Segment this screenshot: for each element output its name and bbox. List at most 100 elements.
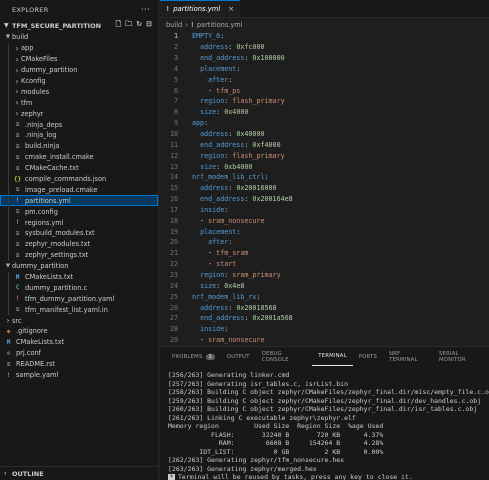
indent-guide bbox=[8, 206, 9, 218]
code-line: 12 region: flash_primary bbox=[160, 150, 489, 161]
explorer-title: EXPLORER bbox=[12, 5, 49, 14]
folder-item[interactable]: ▼ build bbox=[0, 32, 158, 43]
file-item[interactable]: ! regions.yml bbox=[0, 217, 158, 229]
tab-ports[interactable]: PORTS bbox=[353, 347, 383, 366]
folder-item[interactable]: › Kconfig bbox=[0, 75, 158, 87]
tab-problems[interactable]: PROBLEMS 1 bbox=[166, 347, 221, 366]
file-lines-icon: ≡ bbox=[15, 240, 20, 248]
file-item[interactable]: ≡ image_preload.cmake bbox=[0, 184, 158, 196]
file-item[interactable]: ≡ CMakeCache.txt bbox=[0, 162, 158, 174]
line-text: after: bbox=[208, 75, 233, 84]
folder-item[interactable]: › zephyr bbox=[0, 108, 158, 120]
file-item[interactable]: ≡ sysbuild_modules.txt bbox=[0, 228, 158, 239]
file-item[interactable]: ! tfm_dummy_partition.yaml bbox=[0, 293, 158, 305]
line-text: inside: bbox=[200, 205, 229, 214]
folder-item[interactable]: › dummy_partition bbox=[0, 64, 158, 76]
terminal-line: [262/263] Generating zephyr/tfm_nonsecur… bbox=[168, 456, 345, 464]
tree-item-label: CMakeCache.txt bbox=[25, 164, 79, 173]
close-icon[interactable]: × bbox=[228, 5, 234, 13]
indent-guide bbox=[8, 293, 9, 305]
tree-item-label: CMakeFiles bbox=[21, 55, 58, 64]
file-item[interactable]: Cdummy_partition.c bbox=[0, 282, 158, 294]
terminal-output[interactable]: [256/263] Generating linker.cmd [257/263]… bbox=[160, 366, 489, 480]
json-file-icon: {} bbox=[13, 175, 22, 183]
breadcrumb-file[interactable]: partitions.yml bbox=[197, 21, 243, 29]
chevron-right-icon: › bbox=[15, 87, 19, 97]
chevron-right-icon: › bbox=[15, 76, 19, 86]
file-item[interactable]: ≡ zephyr_modules.txt bbox=[0, 238, 158, 250]
workspace-section[interactable]: ▼ TFM_SECURE_PARTITION 🗋 🗀 ↻ ⊟ bbox=[0, 19, 158, 32]
file-item[interactable]: {} compile_commands.json bbox=[0, 173, 158, 185]
file-item[interactable]: ≡ zephyr_settings.txt bbox=[0, 249, 158, 261]
file-item[interactable]: ≡ README.rst bbox=[0, 359, 158, 370]
tree-item-label: modules bbox=[21, 87, 50, 96]
terminal-line: FLASH: 32240 B 720 KB 4.37% bbox=[168, 430, 384, 439]
tree-item-label: dummy_partition bbox=[12, 262, 69, 271]
line-text: region: flash_primary bbox=[200, 151, 285, 160]
code-line: 29 - sram_nonsecure bbox=[160, 335, 489, 346]
line-number: 12 bbox=[169, 151, 178, 160]
explorer-header: EXPLORER ⋯ bbox=[0, 0, 158, 19]
line-number: 11 bbox=[169, 140, 178, 149]
tab-terminal[interactable]: TERMINAL bbox=[312, 347, 353, 366]
code-line: 16 end_address: 0x200164e8 bbox=[160, 194, 489, 205]
file-item[interactable]: ≡ .ninja_deps bbox=[0, 119, 158, 131]
file-lines-icon: ≡ bbox=[15, 153, 20, 161]
folder-item[interactable]: › modules bbox=[0, 86, 158, 98]
line-text: address: 0x20016000 bbox=[200, 184, 277, 193]
tab-debug-console[interactable]: DEBUG CONSOLE bbox=[256, 347, 313, 366]
file-item[interactable]: ≡ .ninja_log bbox=[0, 130, 158, 141]
folder-item[interactable]: › src bbox=[0, 315, 158, 326]
folder-item[interactable]: ▼ dummy_partition bbox=[0, 261, 158, 272]
breadcrumb: build › ! partitions.yml bbox=[160, 18, 489, 31]
indent-guide bbox=[8, 228, 9, 239]
code-line: 20 after: bbox=[160, 237, 489, 248]
code-line: 25 nrf_modem_lib_rx: bbox=[160, 291, 489, 302]
file-item[interactable]: ◆ .gitignore bbox=[0, 326, 158, 337]
tab-serial-monitor[interactable]: SERIAL MONITOR bbox=[433, 347, 489, 366]
file-item[interactable]: ≡ tfm_manifest_list.yaml.in bbox=[0, 304, 158, 316]
new-folder-icon[interactable]: 🗀 bbox=[125, 20, 132, 31]
more-actions-icon[interactable]: ⋯ bbox=[141, 5, 150, 15]
panel-tab-label: PROBLEMS bbox=[172, 353, 203, 360]
chevron-down-icon: ▼ bbox=[5, 263, 11, 270]
indent-guide bbox=[8, 217, 9, 229]
code-line: 26 address: 0x20018568 bbox=[160, 302, 489, 313]
folder-item[interactable]: › tfm bbox=[0, 97, 158, 109]
code-line: 6 - tfm_ps bbox=[160, 85, 489, 96]
file-item[interactable]: M CMakeLists.txt bbox=[0, 337, 158, 348]
line-number: 21 bbox=[169, 249, 178, 258]
code-line: 4 placement: bbox=[160, 64, 489, 75]
file-item[interactable]: ≡ pm.config bbox=[0, 206, 158, 218]
outline-section[interactable]: › OUTLINE bbox=[0, 466, 159, 480]
file-item[interactable]: M CMakeLists.txt bbox=[0, 271, 158, 283]
chevron-right-icon: › bbox=[15, 65, 19, 75]
line-number: 14 bbox=[169, 173, 178, 182]
refresh-icon[interactable]: ↻ bbox=[136, 20, 142, 31]
indent-guide bbox=[8, 42, 9, 54]
tab-partitions-yml[interactable]: ! partitions.yml × bbox=[160, 0, 241, 17]
code-view[interactable]: 1 EMPTY_0: 2 address: 0xfc000 3 end_address… bbox=[160, 31, 489, 387]
new-file-icon[interactable]: 🗋 bbox=[116, 20, 122, 31]
breadcrumb-build[interactable]: build bbox=[166, 21, 182, 29]
file-item[interactable]: ⚙ prj.conf bbox=[0, 348, 158, 359]
indent-guide bbox=[8, 184, 9, 196]
tab-nrf-terminal[interactable]: NRF TERMINAL bbox=[383, 347, 433, 366]
file-lines-icon: ≡ bbox=[15, 306, 20, 314]
line-text: - tfm_sram bbox=[192, 249, 249, 258]
line-text: size: 0x4e8 bbox=[200, 281, 245, 290]
tab-output[interactable]: OUTPUT bbox=[221, 347, 256, 366]
tree-item-label: compile_commands.json bbox=[25, 175, 107, 184]
terminal-reuse-message: Terminal will be reused by tasks, press … bbox=[178, 473, 413, 480]
file-item[interactable]: ! sample.yaml bbox=[0, 370, 158, 381]
file-item[interactable]: ! partitions.yml bbox=[0, 195, 158, 207]
editor-area: ! partitions.yml × build › ! partitions.… bbox=[160, 0, 489, 387]
file-item[interactable]: ≡ cmake_install.cmake bbox=[0, 151, 158, 163]
folder-item[interactable]: › app bbox=[0, 42, 158, 54]
terminal-task-icon: * bbox=[168, 474, 175, 480]
file-item[interactable]: ≡ build.ninja bbox=[0, 140, 158, 152]
line-text: - tfm_ps bbox=[192, 86, 241, 95]
collapse-all-icon[interactable]: ⊟ bbox=[146, 20, 152, 31]
folder-item[interactable]: › CMakeFiles bbox=[0, 53, 158, 65]
c-file-icon: C bbox=[15, 284, 20, 292]
